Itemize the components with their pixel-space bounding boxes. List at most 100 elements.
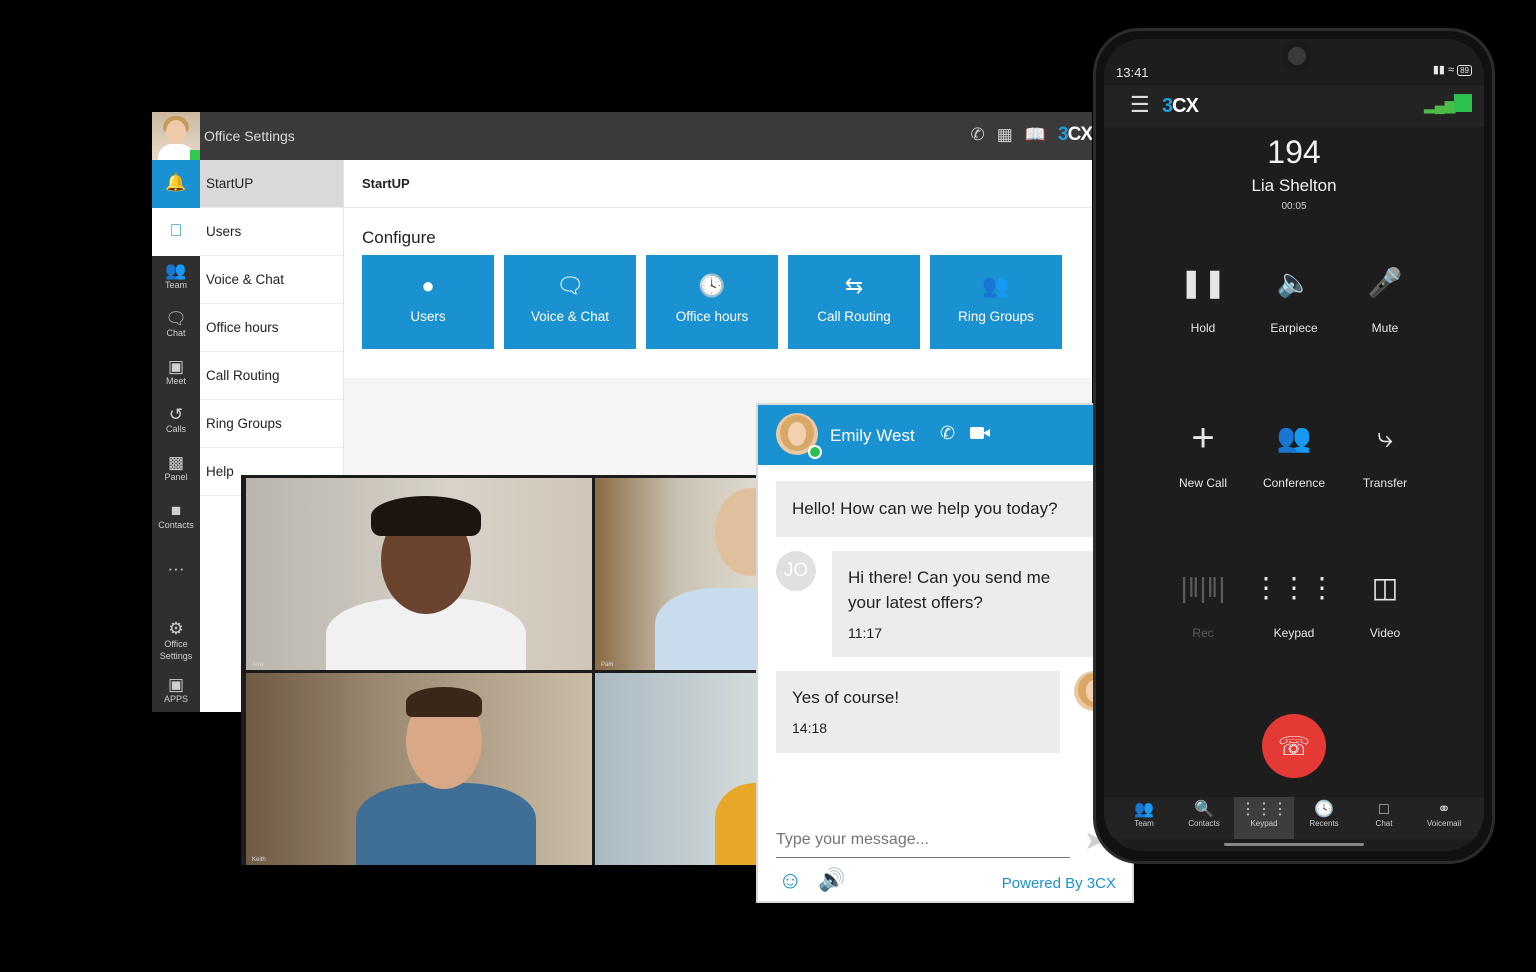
rail-label: Panel xyxy=(164,472,188,482)
rail-item-notifications[interactable]: 🔔 xyxy=(152,160,200,208)
rail-item-team[interactable]: 👥 Team xyxy=(152,256,200,304)
emoji-icon[interactable]: ☺ xyxy=(778,867,803,895)
group-icon: 👥 xyxy=(982,273,1010,298)
earpiece-button[interactable]: 🔈 Earpiece xyxy=(1244,261,1344,335)
submenu-item-office-hours[interactable]: Office hours xyxy=(200,304,343,352)
signal-icon: ▮▮ xyxy=(1432,64,1445,76)
nav-item-voicemail[interactable]: ⚭ Voicemail xyxy=(1414,797,1474,839)
new-call-button[interactable]: + New Call xyxy=(1153,416,1253,490)
record-button[interactable]: |‖|‖| Rec xyxy=(1153,566,1253,640)
transfer-button[interactable]: ⤷ Transfer xyxy=(1335,416,1435,490)
configure-office-hours-button[interactable]: 🕓 Office hours xyxy=(646,255,778,349)
nav-item-team[interactable]: 👥 Team xyxy=(1114,797,1174,839)
panel-icon: ▩ xyxy=(167,453,185,472)
submenu-item-call-routing[interactable]: Call Routing xyxy=(200,352,343,400)
phone-icon[interactable]: ✆ xyxy=(940,423,955,444)
voicemail-icon: ⚭ xyxy=(1437,801,1451,818)
contacts-icon: ■ xyxy=(170,501,182,520)
hang-up-button[interactable]: ☏ xyxy=(1262,714,1326,778)
visitor-message: Hi there! Can you send me your latest of… xyxy=(832,551,1116,657)
video-tile-amy[interactable]: Amy xyxy=(246,478,592,670)
video-button[interactable]: ◫ Video xyxy=(1335,566,1435,640)
mute-button[interactable]: 🎤 Mute xyxy=(1335,261,1435,335)
submenu-item-ring-groups[interactable]: Ring Groups xyxy=(200,400,343,448)
book-icon[interactable]: 📖 xyxy=(1025,125,1046,145)
mobile-phone: 13:41 ▮▮ ≈ 89 ☰ 3CX ▂▄▆ 194 Lia Shelton … xyxy=(1093,28,1495,864)
submenu-item-voice-chat[interactable]: Voice & Chat xyxy=(200,256,343,304)
rail-item-apple[interactable]:  xyxy=(152,208,200,256)
keypad-button[interactable]: ⋮⋮⋮ Keypad xyxy=(1244,566,1344,640)
rail-item-office-settings[interactable]: ⚙ Office Settings xyxy=(152,614,200,666)
video-caption: Keith xyxy=(252,857,266,863)
submenu-item-startup[interactable]: StartUP xyxy=(200,160,343,208)
status-bar-time: 13:41 xyxy=(1116,65,1149,80)
nav-item-keypad[interactable]: ⋮⋮⋮ Keypad xyxy=(1234,797,1294,839)
history-icon: ↺ xyxy=(168,405,184,424)
submenu-item-users[interactable]: Users xyxy=(200,208,343,256)
microphone-icon: 🎤 xyxy=(1367,267,1403,298)
waveform-icon: |‖|‖| xyxy=(1180,572,1226,603)
speaker-icon: 🔈 xyxy=(1276,267,1312,298)
qr-code-icon[interactable]: ▦ xyxy=(997,125,1013,145)
top-bar-icons: ✆ ▦ 📖 3CX xyxy=(971,124,1092,146)
live-chat-widget: Emily West ✆ ✕ Hello! How can we help yo… xyxy=(756,403,1134,903)
message-input[interactable] xyxy=(776,823,1070,858)
visitor-avatar: JO xyxy=(776,551,816,591)
arrows-icon: ⇆ xyxy=(844,273,864,298)
rail-item-meet[interactable]: ▣ Meet xyxy=(152,352,200,400)
video-caption: Amy xyxy=(252,662,264,668)
content-header: StartUP xyxy=(344,160,1092,208)
rail-item-chat[interactable]: 🗨 Chat xyxy=(152,304,200,352)
nav-item-contacts[interactable]: 🔍 Contacts xyxy=(1174,797,1234,839)
camera-notch xyxy=(1282,41,1312,71)
more-icon: ··· xyxy=(167,559,185,578)
team-icon: 👥 xyxy=(1134,801,1154,818)
rail-item-contacts[interactable]: ■ Contacts xyxy=(152,496,200,544)
hold-button[interactable]: ❚❚ Hold xyxy=(1153,261,1253,335)
clock-icon: 🕓 xyxy=(1314,801,1334,818)
signal-strength-icon: ▂▄▆ xyxy=(1424,97,1456,113)
hamburger-menu-icon[interactable]: ☰ xyxy=(1130,93,1150,117)
rail-label: APPS xyxy=(163,694,188,704)
chat-icon: □ xyxy=(1379,801,1389,818)
configure-ring-groups-button[interactable]: 👥 Ring Groups xyxy=(930,255,1062,349)
online-status-badge xyxy=(190,150,200,160)
rail-item-more[interactable]: ··· xyxy=(152,554,200,602)
bottom-navigation: 👥 Team 🔍 Contacts ⋮⋮⋮ Keypad 🕓 Recents □ Chat… xyxy=(1104,797,1484,839)
video-icon[interactable] xyxy=(970,427,984,439)
rail-label: Team xyxy=(164,280,187,290)
navigation-rail: 🔔  👥Team 🗨Chat ▣Meet ↺Calls ▩Panel ■Con… xyxy=(152,160,200,712)
3cx-logo: 3CX xyxy=(1058,124,1092,145)
user-avatar[interactable] xyxy=(152,112,200,160)
rail-label: Chat xyxy=(166,328,186,338)
top-bar: Office Settings ✆ ▦ 📖 3CX xyxy=(152,112,1092,160)
configure-voice-chat-button[interactable]: 🗨 Voice & Chat xyxy=(504,255,636,349)
team-icon: 👥 xyxy=(165,261,187,280)
call-duration: 00:05 xyxy=(1281,201,1307,212)
sound-icon[interactable]: 🔊 xyxy=(818,867,845,893)
bell-icon: 🔔 xyxy=(165,173,187,192)
configure-heading: Configure xyxy=(362,228,436,247)
configure-users-button[interactable]: ● Users xyxy=(362,255,494,349)
configure-panel: Configure ● Users 🗨 Voice & Chat 🕓 Office h… xyxy=(344,208,1092,378)
nav-item-chat[interactable]: □ Chat xyxy=(1354,797,1414,839)
apps-icon: ▣ xyxy=(167,675,185,694)
call-number: 194 xyxy=(1267,134,1321,170)
home-indicator[interactable] xyxy=(1224,843,1364,846)
chat-icon: 🗨 xyxy=(165,309,187,328)
video-tile-keith[interactable]: Keith xyxy=(246,673,592,865)
status-bar-icons: ▮▮ ≈ 89 xyxy=(1433,63,1472,76)
3cx-logo: 3CX xyxy=(1162,95,1199,117)
apple-icon:  xyxy=(152,208,200,240)
nav-item-recents[interactable]: 🕓 Recents xyxy=(1294,797,1354,839)
chat-header: Emily West ✆ ✕ xyxy=(758,405,1132,465)
meet-icon: ▣ xyxy=(167,357,185,376)
powered-by-link[interactable]: Powered By 3CX xyxy=(1002,875,1116,892)
configure-call-routing-button[interactable]: ⇆ Call Routing xyxy=(788,255,920,349)
rail-item-apps[interactable]: ▣ APPS xyxy=(152,670,200,712)
rail-item-panel[interactable]: ▩ Panel xyxy=(152,448,200,496)
rail-item-calls[interactable]: ↺ Calls xyxy=(152,400,200,448)
contacts-icon: 🔍 xyxy=(1194,801,1214,818)
conference-button[interactable]: 👥 Conference xyxy=(1244,416,1344,490)
phone-icon[interactable]: ✆ xyxy=(971,125,985,145)
